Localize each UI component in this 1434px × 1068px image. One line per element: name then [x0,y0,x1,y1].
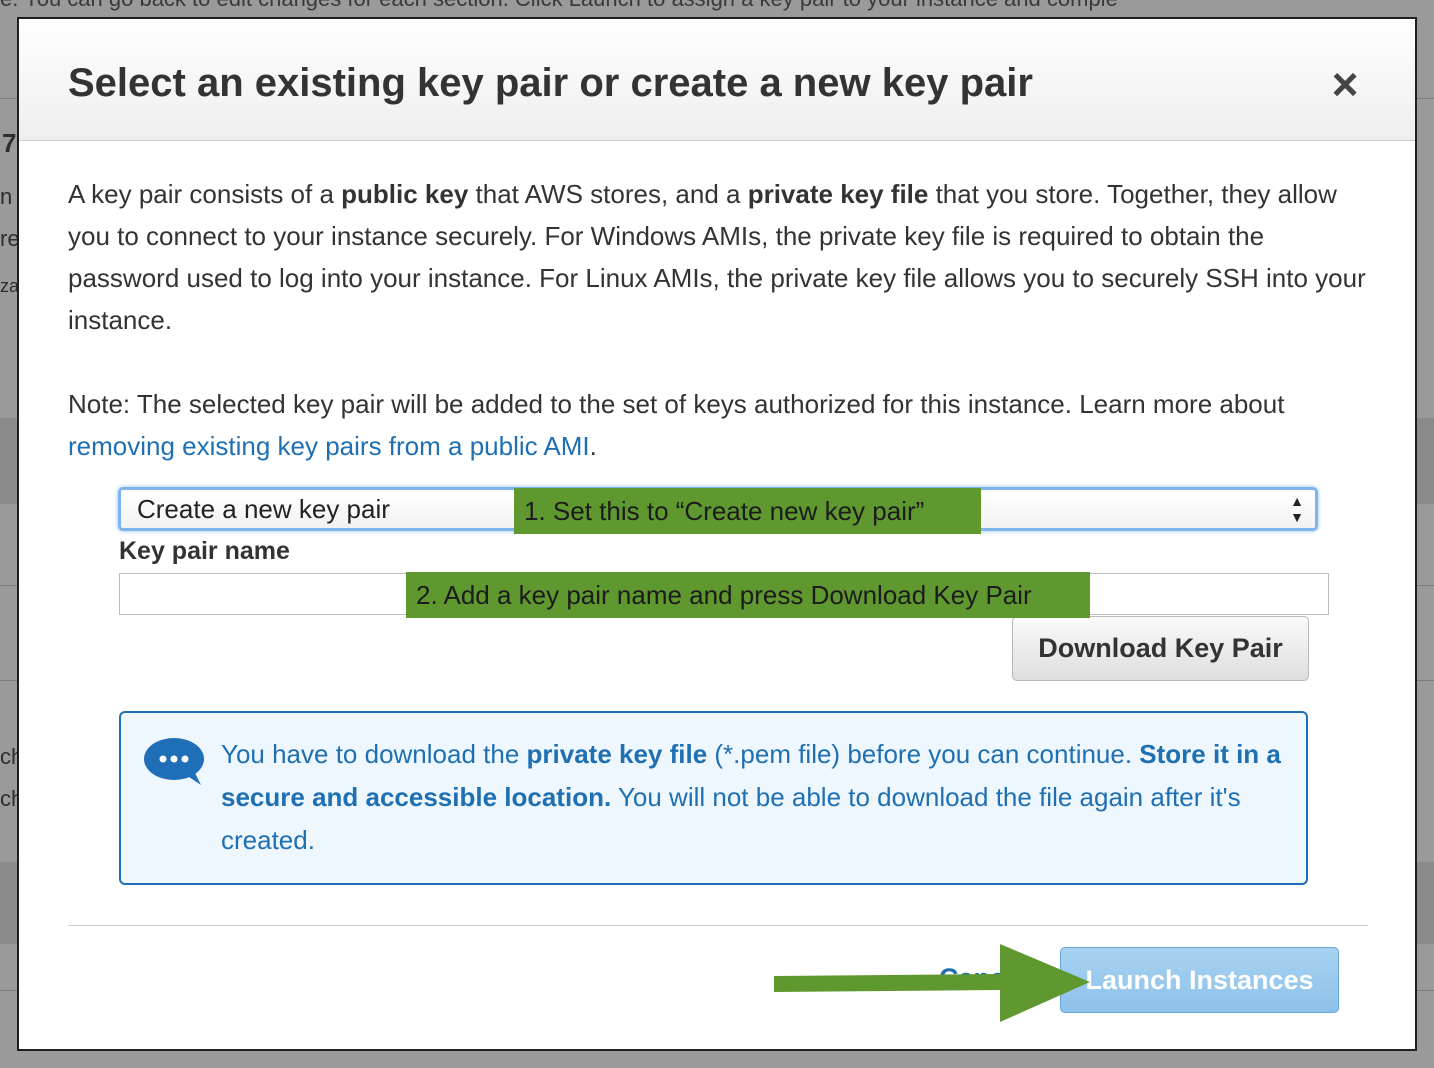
intro-text: A key pair consists of a [68,179,342,209]
info-text: You have to download the private key fil… [221,733,1296,862]
key-pair-name-label: Key pair name [119,537,290,565]
removing-key-pairs-link[interactable]: removing existing key pairs from a publi… [68,431,590,461]
info-alert: You have to download the private key fil… [119,711,1308,885]
modal-header: Select an existing key pair or create a … [19,19,1415,141]
close-icon[interactable]: × [1325,61,1365,107]
intro-text: that AWS stores, and a [468,179,748,209]
intro-bold-public-key: public key [341,179,469,209]
annotation-step-2: 2. Add a key pair name and press Downloa… [406,572,1090,618]
info-bold-private-key-file: private key file [526,739,708,769]
intro-bold-private-key-file: private key file [747,179,929,209]
footer-divider [68,925,1368,926]
annotation-step-1: 1. Set this to “Create new key pair” [514,488,981,534]
intro-paragraph: A key pair consists of a public key that… [68,173,1368,341]
modal-title: Select an existing key pair or create a … [68,61,1033,105]
select-arrows-icon: ▲ ▼ [1290,493,1304,525]
launch-instances-button[interactable]: Launch Instances [1060,947,1339,1013]
note-text: Note: The selected key pair will be adde… [68,389,1285,419]
annotation-arrow-icon [774,944,1090,1022]
background-text-fragment: 7 [2,128,17,158]
info-text-part: (*.pem file) before you can continue. [707,739,1140,769]
background-header-text: e. You can go back to edit changes for e… [0,0,1434,16]
key-pair-modal: Select an existing key pair or create a … [17,17,1417,1051]
info-text-part: You have to download the [221,739,527,769]
note-end: . [589,431,597,461]
download-key-pair-button[interactable]: Download Key Pair [1012,616,1309,681]
background-text-fragment: n [0,184,13,209]
note-paragraph: Note: The selected key pair will be adde… [68,383,1368,467]
chat-bubble-icon [144,738,204,785]
select-value: Create a new key pair [137,494,390,524]
